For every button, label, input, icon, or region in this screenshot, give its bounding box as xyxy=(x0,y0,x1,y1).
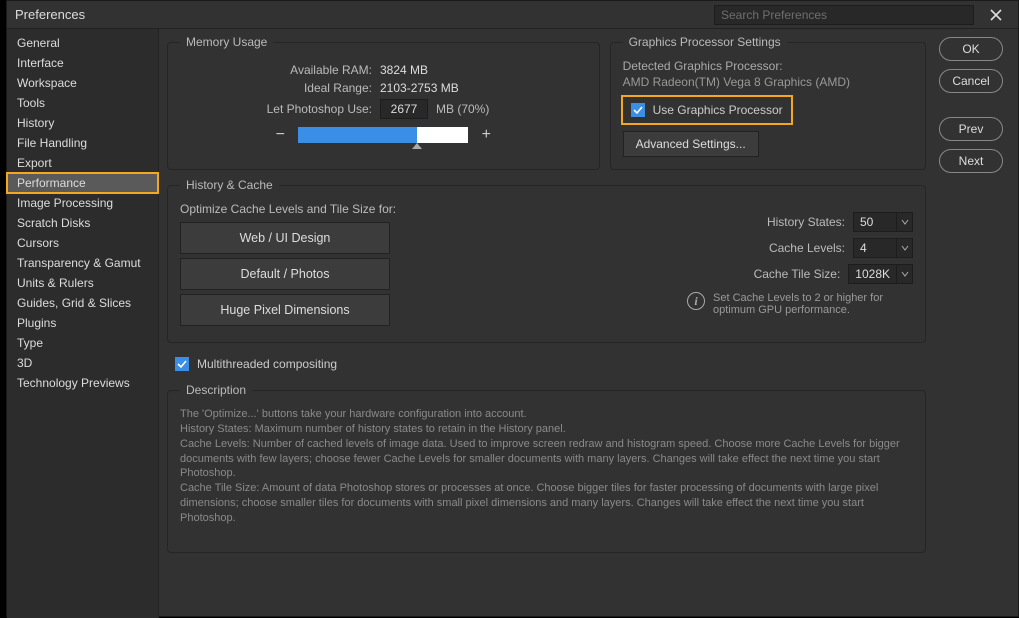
sidebar-item-workspace[interactable]: Workspace xyxy=(7,73,158,93)
minus-icon: − xyxy=(276,126,285,144)
memory-usage-group: Memory Usage Available RAM: 3824 MB Idea… xyxy=(167,35,600,170)
ideal-range-label: Ideal Range: xyxy=(180,81,380,95)
search-input[interactable] xyxy=(714,5,974,25)
sidebar-item-history[interactable]: History xyxy=(7,113,158,133)
cache-tile-size-select[interactable]: 1028K xyxy=(848,264,913,284)
checkmark-icon xyxy=(177,359,187,369)
cache-levels-label: Cache Levels: xyxy=(769,241,845,255)
sidebar-item-cursors[interactable]: Cursors xyxy=(7,233,158,253)
advanced-settings-button[interactable]: Advanced Settings... xyxy=(623,131,759,157)
close-button[interactable] xyxy=(982,5,1010,25)
info-icon: i xyxy=(687,292,705,310)
sidebar-item-image-processing[interactable]: Image Processing xyxy=(7,193,158,213)
sidebar-item-units-rulers[interactable]: Units & Rulers xyxy=(7,273,158,293)
cache-levels-select[interactable]: 4 xyxy=(853,238,913,258)
chevron-down-icon xyxy=(896,265,912,283)
sidebar-item-technology-previews[interactable]: Technology Previews xyxy=(7,373,158,393)
sidebar-item-3d[interactable]: 3D xyxy=(7,353,158,373)
preset-button-huge-pixel-dimensions[interactable]: Huge Pixel Dimensions xyxy=(180,294,390,326)
use-gpu-checkbox[interactable] xyxy=(631,103,645,117)
cache-levels-value: 4 xyxy=(854,241,896,255)
sidebar-item-tools[interactable]: Tools xyxy=(7,93,158,113)
sidebar-item-transparency-gamut[interactable]: Transparency & Gamut xyxy=(7,253,158,273)
available-ram-label: Available RAM: xyxy=(180,63,380,77)
sidebar-item-type[interactable]: Type xyxy=(7,333,158,353)
history-states-value: 50 xyxy=(854,215,896,229)
checkmark-icon xyxy=(633,105,643,115)
preset-button-web-ui-design[interactable]: Web / UI Design xyxy=(180,222,390,254)
chevron-down-icon xyxy=(896,239,912,257)
plus-icon: + xyxy=(482,126,491,144)
sidebar-item-interface[interactable]: Interface xyxy=(7,53,158,73)
history-states-select[interactable]: 50 xyxy=(853,212,913,232)
main-panel: Memory Usage Available RAM: 3824 MB Idea… xyxy=(159,29,934,618)
memory-decrease-button[interactable]: − xyxy=(270,125,290,145)
preset-button-default-photos[interactable]: Default / Photos xyxy=(180,258,390,290)
detected-gpu-value: AMD Radeon(TM) Vega 8 Graphics (AMD) xyxy=(623,75,913,89)
multithreaded-row[interactable]: Multithreaded compositing xyxy=(167,351,926,377)
dialog-buttons: OK Cancel Prev Next xyxy=(934,29,1018,618)
dialog-title: Preferences xyxy=(15,7,85,22)
description-legend: Description xyxy=(180,383,252,397)
next-button[interactable]: Next xyxy=(939,149,1003,173)
sidebar-item-guides-grid-slices[interactable]: Guides, Grid & Slices xyxy=(7,293,158,313)
description-line: Cache Tile Size: Amount of data Photosho… xyxy=(180,481,913,526)
history-states-label: History States: xyxy=(767,215,845,229)
sidebar-item-general[interactable]: General xyxy=(7,33,158,53)
cancel-button[interactable]: Cancel xyxy=(939,69,1003,93)
description-line: The 'Optimize...' buttons take your hard… xyxy=(180,407,913,422)
ideal-range-value: 2103-2753 MB xyxy=(380,81,460,95)
memory-usage-legend: Memory Usage xyxy=(180,35,273,49)
memory-increase-button[interactable]: + xyxy=(476,125,496,145)
cache-tile-size-label: Cache Tile Size: xyxy=(754,267,841,281)
gpu-settings-group: Graphics Processor Settings Detected Gra… xyxy=(610,35,926,170)
sidebar-item-file-handling[interactable]: File Handling xyxy=(7,133,158,153)
memory-slider-fill xyxy=(298,127,417,143)
description-text: The 'Optimize...' buttons take your hard… xyxy=(180,407,913,526)
description-line: Cache Levels: Number of cached levels of… xyxy=(180,437,913,482)
detected-gpu-label: Detected Graphics Processor: xyxy=(623,59,913,73)
close-icon xyxy=(989,8,1003,22)
history-cache-group: History & Cache Optimize Cache Levels an… xyxy=(167,178,926,343)
memory-use-input[interactable] xyxy=(380,99,428,119)
sidebar-item-performance[interactable]: Performance xyxy=(7,173,158,193)
history-cache-legend: History & Cache xyxy=(180,178,279,192)
memory-use-suffix: MB (70%) xyxy=(436,102,489,116)
cache-hint-text: Set Cache Levels to 2 or higher for opti… xyxy=(713,292,913,316)
gpu-settings-legend: Graphics Processor Settings xyxy=(623,35,787,49)
memory-slider-thumb[interactable] xyxy=(412,143,422,149)
use-gpu-row[interactable]: Use Graphics Processor xyxy=(623,97,791,123)
description-line: History States: Maximum number of histor… xyxy=(180,422,913,437)
sidebar-item-export[interactable]: Export xyxy=(7,153,158,173)
ok-button[interactable]: OK xyxy=(939,37,1003,61)
available-ram-value: 3824 MB xyxy=(380,63,460,77)
sidebar-item-scratch-disks[interactable]: Scratch Disks xyxy=(7,213,158,233)
preferences-dialog: Preferences GeneralInterfaceWorkspaceToo… xyxy=(6,0,1019,617)
memory-slider[interactable] xyxy=(298,127,468,143)
sidebar: GeneralInterfaceWorkspaceToolsHistoryFil… xyxy=(7,29,159,618)
prev-button[interactable]: Prev xyxy=(939,117,1003,141)
multithreaded-label: Multithreaded compositing xyxy=(197,357,337,371)
let-use-label: Let Photoshop Use: xyxy=(180,102,380,116)
titlebar: Preferences xyxy=(7,1,1018,29)
use-gpu-label: Use Graphics Processor xyxy=(653,103,783,117)
optimize-label: Optimize Cache Levels and Tile Size for: xyxy=(180,202,396,216)
chevron-down-icon xyxy=(896,213,912,231)
multithreaded-checkbox[interactable] xyxy=(175,357,189,371)
sidebar-item-plugins[interactable]: Plugins xyxy=(7,313,158,333)
cache-tile-size-value: 1028K xyxy=(849,267,896,281)
description-group: Description The 'Optimize...' buttons ta… xyxy=(167,383,926,553)
